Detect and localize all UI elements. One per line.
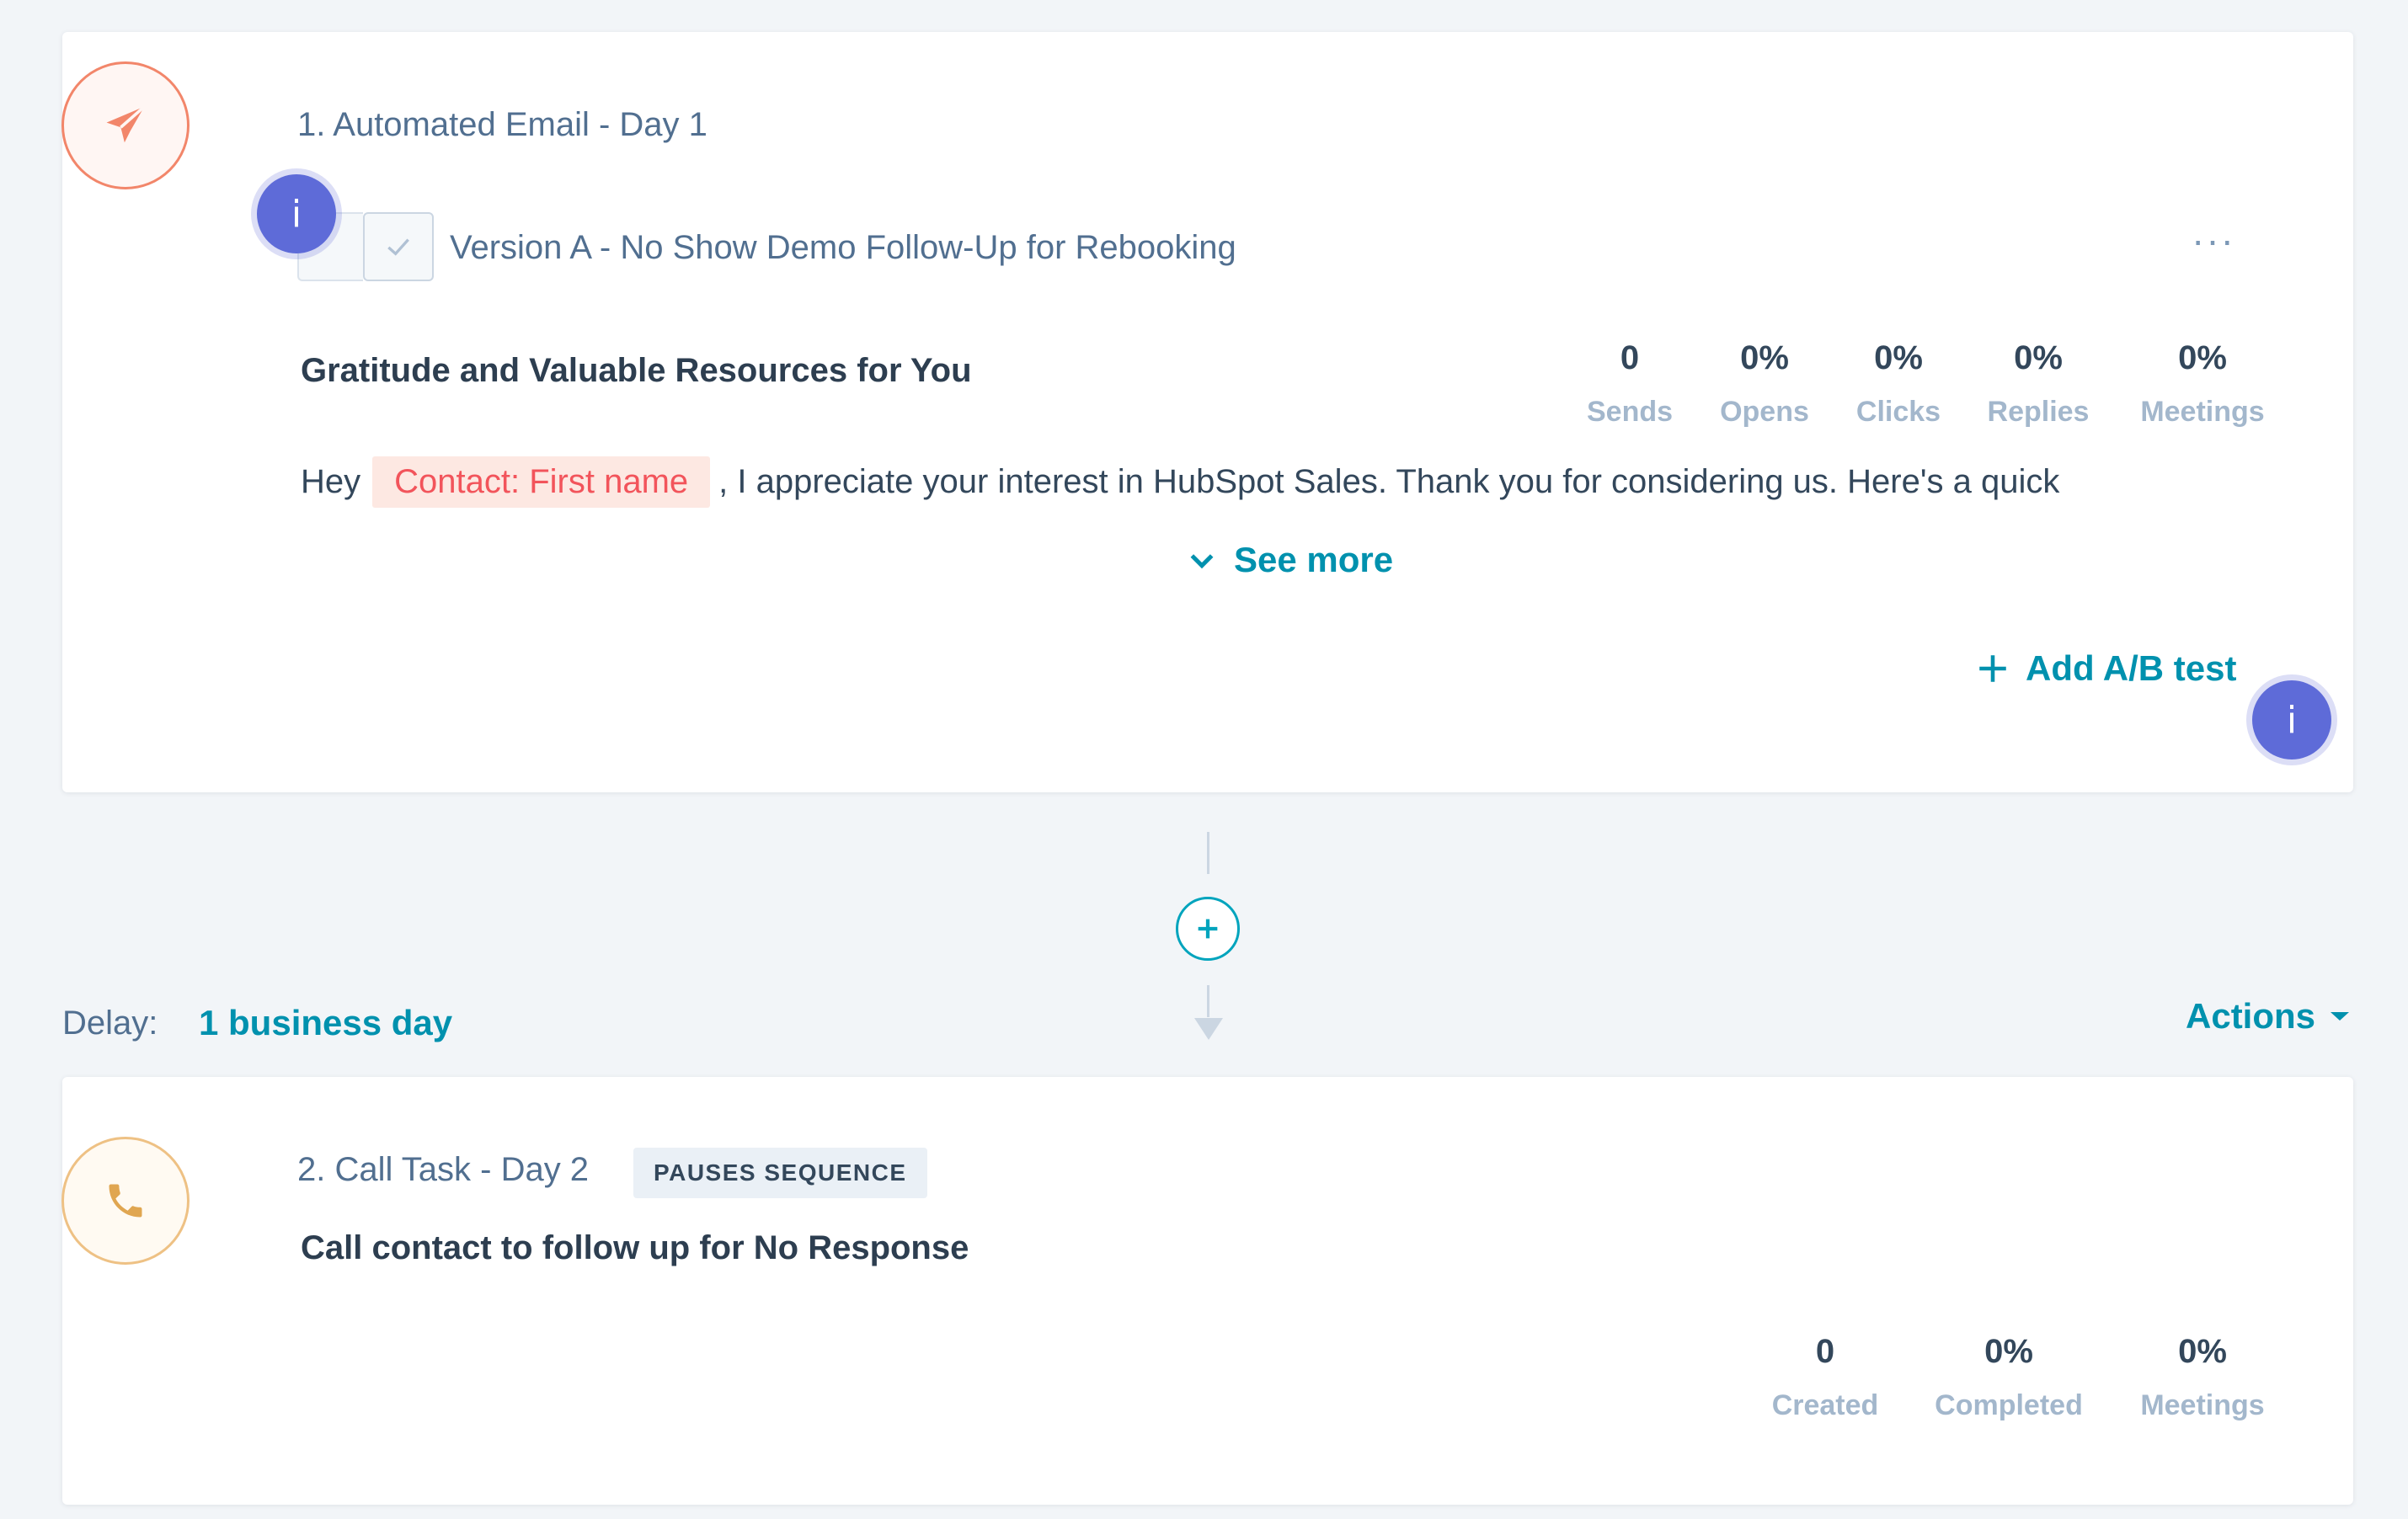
delay-value-link[interactable]: 1 business day: [199, 1003, 452, 1043]
stat-created: 0 Created: [1771, 1333, 1879, 1421]
stat-opens: 0% Opens: [1720, 339, 1809, 428]
call-task-title: Call contact to follow up for No Respons…: [301, 1229, 969, 1266]
email-subject: Gratitude and Valuable Resources for You: [301, 352, 972, 389]
chevron-down-icon: [1190, 554, 1214, 569]
stat-meetings: 0% Meetings: [2140, 339, 2265, 428]
email-step-icon: [61, 61, 190, 189]
plus-icon: [1198, 919, 1218, 939]
stat-sends: 0 Sends: [1586, 339, 1674, 428]
version-a-label: Version A - No Show Demo Follow-Up for R…: [450, 229, 1236, 266]
add-ab-test-button[interactable]: Add A/B test: [1975, 648, 2236, 689]
stat-clicks: 0% Clicks: [1855, 339, 1941, 428]
pauses-sequence-badge: PAUSES SEQUENCE: [633, 1148, 927, 1198]
body-greeting: Hey: [301, 463, 361, 500]
arrow-down-icon: [1194, 1018, 1223, 1040]
contact-first-name-token: Contact: First name: [372, 456, 711, 508]
stat-completed: 0% Completed: [1935, 1333, 2083, 1421]
delay-label: Delay:: [62, 1005, 158, 1042]
email-step-title: 1. Automated Email - Day 1: [297, 106, 707, 143]
body-text: , I appreciate your interest in HubSpot …: [718, 463, 2060, 500]
stat-meetings: 0% Meetings: [2140, 1333, 2265, 1421]
phone-icon: [109, 1184, 142, 1218]
caret-down-icon: [2331, 1012, 2350, 1021]
info-icon[interactable]: i: [257, 174, 336, 253]
plus-icon: [1979, 655, 2006, 682]
connector-line: [1207, 985, 1209, 1017]
call-step-icon: [61, 1137, 190, 1265]
more-menu-button[interactable]: ···: [2192, 217, 2235, 263]
paper-plane-icon: [106, 105, 146, 143]
info-icon[interactable]: i: [2252, 680, 2331, 760]
email-body-preview: Hey Contact: First name , I appreciate y…: [301, 456, 2059, 508]
add-step-button[interactable]: [1176, 897, 1240, 961]
connector-line: [1207, 832, 1209, 874]
call-step-title: 2. Call Task - Day 2: [297, 1151, 590, 1188]
see-more-link[interactable]: See more: [1185, 540, 1393, 580]
actions-dropdown[interactable]: Actions: [2186, 996, 2351, 1037]
call-step-card: [62, 1077, 2353, 1505]
stat-replies: 0% Replies: [1987, 339, 2090, 428]
check-icon: [387, 238, 409, 256]
